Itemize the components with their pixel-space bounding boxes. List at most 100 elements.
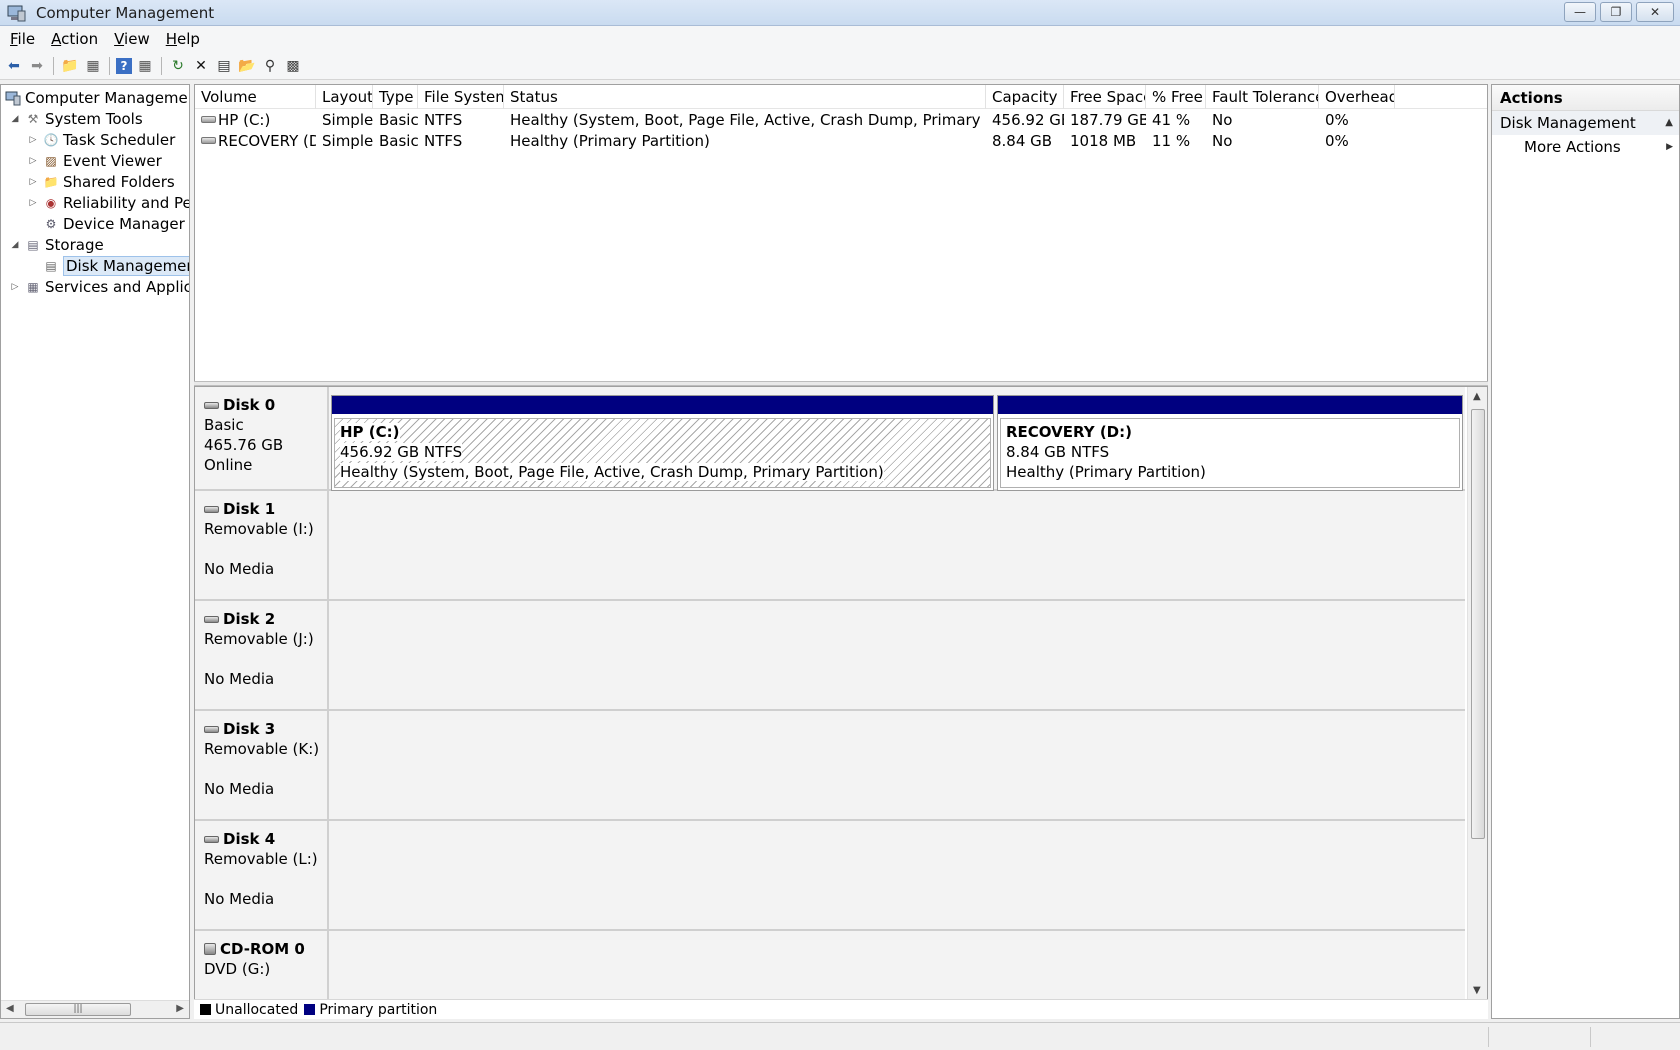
disk-graphical-view: Disk 0 Basic 465.76 GB Online HP (C:) 45…: [194, 386, 1488, 1019]
collapse-up-icon[interactable]: ▲: [1665, 111, 1673, 135]
column-status[interactable]: Status: [504, 85, 986, 109]
expand-arrow-icon[interactable]: ▷: [9, 282, 21, 292]
disk-state: No Media: [204, 560, 275, 578]
column-overhead[interactable]: Overhead: [1319, 85, 1395, 109]
scroll-thumb[interactable]: |||: [25, 1003, 131, 1016]
primary-partition-swatch: [304, 1003, 316, 1015]
show-hide-action-pane-icon[interactable]: ▦: [135, 56, 155, 76]
tree-item-system-tools[interactable]: ◢ ⚒ System Tools: [9, 108, 143, 129]
storage-icon: ▤: [27, 237, 39, 252]
volume-list-header: Volume Layout Type File System Status Ca…: [195, 85, 1487, 109]
disk-3-info[interactable]: Disk 3 Removable (K:) No Media: [195, 711, 329, 819]
shared-folder-icon: 📁: [43, 174, 59, 189]
tree-item-computer-management[interactable]: Computer Management: [5, 87, 189, 108]
help-icon[interactable]: ?: [116, 57, 132, 74]
disk-0-info[interactable]: Disk 0 Basic 465.76 GB Online: [195, 387, 329, 489]
tree-item-storage[interactable]: ◢ ▤ Storage: [9, 234, 104, 255]
expand-arrow-icon[interactable]: ▷: [27, 198, 39, 208]
search-icon[interactable]: ⚲: [260, 56, 280, 76]
drive-icon: [201, 137, 216, 144]
disk-4-info[interactable]: Disk 4 Removable (L:) No Media: [195, 821, 329, 929]
expand-arrow-icon[interactable]: ▷: [27, 156, 39, 166]
tree-item-event-viewer[interactable]: ▷ ▨ Event Viewer: [27, 150, 162, 171]
restore-button[interactable]: ❐: [1600, 2, 1632, 22]
volume-cell: RECOVERY (D:): [195, 131, 316, 152]
disk-settings-icon[interactable]: ▩: [283, 56, 303, 76]
unallocated-swatch: [200, 1003, 211, 1015]
system-tools-icon: ⚒: [27, 111, 39, 126]
properties-icon[interactable]: ▤: [214, 56, 234, 76]
refresh-icon[interactable]: ↻: [168, 56, 188, 76]
tree-item-services-applications[interactable]: ▷ ▦ Services and Applicat: [9, 276, 189, 297]
scroll-thumb[interactable]: [1471, 409, 1485, 839]
menu-bar: File Action View Help: [0, 26, 1680, 52]
computer-management-icon: [5, 90, 21, 106]
layout-cell: Simple: [322, 111, 373, 129]
collapse-arrow-icon[interactable]: ◢: [9, 114, 21, 124]
scroll-up-arrow-icon[interactable]: ▲: [1473, 391, 1481, 402]
open-folder-icon[interactable]: 📂: [237, 56, 257, 76]
table-row[interactable]: RECOVERY (D:) Simple Basic NTFS Healthy …: [195, 131, 1487, 152]
menu-file[interactable]: File: [2, 30, 43, 48]
console-tree: Computer Management ◢ ⚒ System Tools ▷ 🕓…: [0, 84, 190, 1019]
menu-action[interactable]: Action: [43, 30, 106, 48]
column-type[interactable]: Type: [373, 85, 418, 109]
disk-2-row: Disk 2 Removable (J:) No Media: [195, 601, 1465, 711]
column-volume[interactable]: Volume: [195, 85, 316, 109]
performance-icon: ◉: [45, 195, 57, 210]
column-fault-tolerance[interactable]: Fault Tolerance: [1206, 85, 1319, 109]
removable-disk-icon: [204, 725, 219, 733]
cdrom-0-info[interactable]: CD-ROM 0 DVD (G:): [195, 931, 329, 1001]
disk-type: Removable (K:): [204, 740, 320, 758]
up-folder-icon[interactable]: 📁: [60, 56, 80, 76]
disk-0-partitions: HP (C:) 456.92 GB NTFS Healthy (System, …: [331, 387, 1465, 491]
close-button[interactable]: ✕: [1636, 2, 1674, 22]
tree-item-task-scheduler[interactable]: ▷ 🕓 Task Scheduler: [27, 129, 176, 150]
collapse-arrow-icon[interactable]: ◢: [9, 240, 21, 250]
column-capacity[interactable]: Capacity: [986, 85, 1064, 109]
menu-view[interactable]: View: [106, 30, 158, 48]
fault-tolerance-cell: No: [1212, 111, 1233, 129]
partition-status: Healthy (System, Boot, Page File, Active…: [340, 463, 884, 481]
tree-item-disk-management[interactable]: ▤ Disk Management: [43, 255, 189, 276]
actions-section-disk-management[interactable]: Disk Management ▲: [1492, 111, 1679, 135]
tree-horizontal-scrollbar[interactable]: ◀ ||| ▶: [1, 1000, 189, 1018]
tree-item-device-manager[interactable]: ⚙ Device Manager: [43, 213, 185, 234]
partition-d[interactable]: RECOVERY (D:) 8.84 GB NTFS Healthy (Prim…: [997, 395, 1463, 491]
toolbar-separator: [109, 56, 110, 75]
minimize-button[interactable]: —: [1564, 2, 1596, 22]
disk-2-info[interactable]: Disk 2 Removable (J:) No Media: [195, 601, 329, 709]
scroll-down-arrow-icon[interactable]: ▼: [1473, 985, 1481, 996]
disk-view-vertical-scrollbar[interactable]: ▲ ▼: [1467, 387, 1487, 1018]
layout-cell: Simple: [322, 132, 373, 150]
table-row[interactable]: HP (C:) Simple Basic NTFS Healthy (Syste…: [195, 110, 1487, 131]
more-actions-item[interactable]: More Actions ▶: [1492, 135, 1679, 159]
scroll-right-arrow-icon[interactable]: ▶: [176, 1003, 184, 1014]
partition-status: Healthy (Primary Partition): [1006, 463, 1206, 481]
toolbar: ⬅ ➡ 📁 ▦ ? ▦ ↻ ✕ ▤ 📂 ⚲ ▩: [0, 52, 1680, 80]
partition-size: 456.92 GB NTFS: [340, 443, 463, 461]
status-bar: [0, 1022, 1680, 1050]
more-actions-label: More Actions: [1524, 138, 1621, 156]
show-hide-tree-icon[interactable]: ▦: [83, 56, 103, 76]
tree-item-reliability[interactable]: ▷ ◉ Reliability and Perf: [27, 192, 189, 213]
free-space-cell: 1018 MB: [1070, 132, 1137, 150]
type-cell: Basic: [379, 132, 418, 150]
disk-1-info[interactable]: Disk 1 Removable (I:) No Media: [195, 491, 329, 599]
column-percent-free[interactable]: % Free: [1146, 85, 1206, 109]
menu-help[interactable]: Help: [158, 30, 208, 48]
column-file-system[interactable]: File System: [418, 85, 504, 109]
back-arrow-icon[interactable]: ⬅: [4, 56, 24, 76]
disk-3-row: Disk 3 Removable (K:) No Media: [195, 711, 1465, 821]
column-free-space[interactable]: Free Space: [1064, 85, 1146, 109]
clock-icon: 🕓: [43, 132, 59, 147]
expand-arrow-icon[interactable]: ▷: [27, 177, 39, 187]
column-layout[interactable]: Layout: [316, 85, 373, 109]
delete-icon[interactable]: ✕: [191, 56, 211, 76]
disk-name: Disk 0: [204, 395, 327, 415]
forward-arrow-icon[interactable]: ➡: [27, 56, 47, 76]
tree-item-shared-folders[interactable]: ▷ 📁 Shared Folders: [27, 171, 175, 192]
scroll-left-arrow-icon[interactable]: ◀: [6, 1003, 14, 1014]
expand-arrow-icon[interactable]: ▷: [27, 135, 39, 145]
partition-c[interactable]: HP (C:) 456.92 GB NTFS Healthy (System, …: [331, 395, 994, 491]
